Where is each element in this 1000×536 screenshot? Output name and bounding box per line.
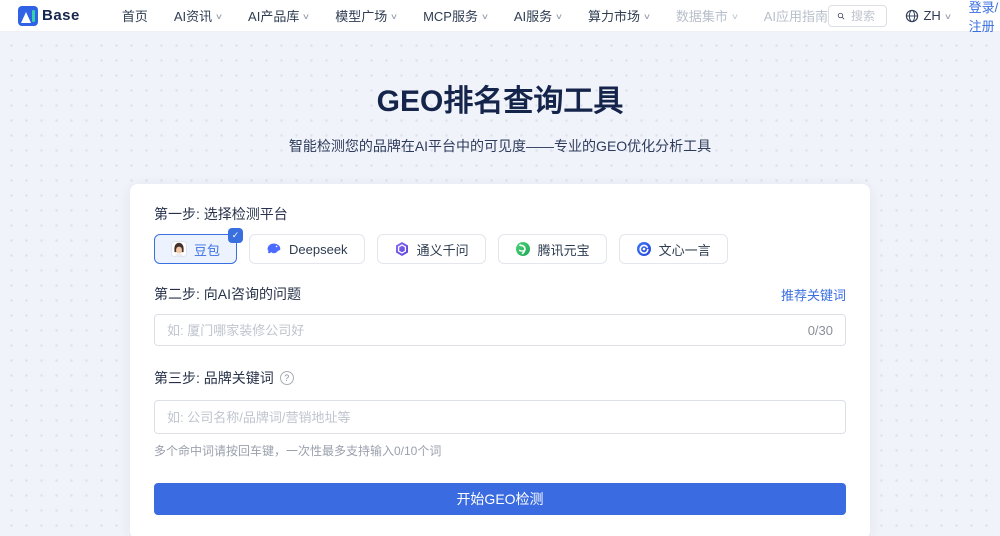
deepseek-icon (266, 241, 282, 257)
qwen-icon (394, 241, 410, 257)
aibase-logo-icon (18, 6, 38, 26)
brand-input-wrap (154, 400, 846, 434)
chevron-down-icon: ∨ (390, 12, 398, 21)
recommended-keywords-link[interactable]: 推荐关键词 (781, 285, 846, 304)
chevron-down-icon: ∨ (944, 12, 952, 21)
nav-item-compute-market[interactable]: 算力市场∨ (588, 6, 650, 25)
wenxin-icon (636, 241, 652, 257)
platform-selector: 豆包 ✓ Deepseek 通义千问 (154, 234, 846, 264)
nav-item-model-plaza[interactable]: 模型广场∨ (335, 6, 397, 25)
step3-label: 第三步: 品牌关键词 ? (154, 368, 846, 388)
search-input[interactable] (851, 9, 878, 23)
platform-doubao[interactable]: 豆包 ✓ (154, 234, 237, 264)
help-icon[interactable]: ? (280, 371, 294, 385)
hero-section: GEO排名查询工具 智能检测您的品牌在AI平台中的可见度——专业的GEO优化分析… (0, 32, 1000, 536)
question-input[interactable] (167, 323, 800, 338)
question-input-wrap: 0/30 (154, 314, 846, 346)
top-navbar: Base 首页 AI资讯∨ AI产品库∨ 模型广场∨ MCP服务∨ AI服务∨ … (0, 0, 1000, 32)
chevron-down-icon: ∨ (481, 12, 489, 21)
nav-menu: 首页 AI资讯∨ AI产品库∨ 模型广场∨ MCP服务∨ AI服务∨ 算力市场∨… (122, 6, 828, 25)
language-switcher[interactable]: ZH ∨ (905, 8, 950, 23)
globe-icon (905, 9, 919, 23)
doubao-icon (171, 241, 187, 257)
platform-deepseek[interactable]: Deepseek (249, 234, 365, 264)
platform-wenxin-yiyan[interactable]: 文心一言 (619, 234, 728, 264)
chevron-down-icon: ∨ (555, 12, 563, 21)
page-subtitle: 智能检测您的品牌在AI平台中的可见度——专业的GEO优化分析工具 (0, 136, 1000, 156)
chevron-down-icon: ∨ (215, 12, 223, 21)
chevron-down-icon: ∨ (643, 12, 651, 21)
nav-item-ai-service[interactable]: AI服务∨ (514, 6, 562, 25)
step1-label: 第一步: 选择检测平台 (154, 204, 846, 224)
login-register-link[interactable]: 登录/注册 (969, 0, 1000, 35)
nav-right-group: ZH ∨ 登录/注册 (828, 0, 1000, 35)
aibase-logo[interactable]: Base (18, 6, 80, 26)
nav-item-ai-products[interactable]: AI产品库∨ (248, 6, 309, 25)
platform-label: 文心一言 (659, 240, 711, 259)
yuanbao-icon (515, 241, 531, 257)
nav-item-ai-news[interactable]: AI资讯∨ (174, 6, 222, 25)
platform-tencent-yuanbao[interactable]: 腾讯元宝 (498, 234, 607, 264)
selected-check-icon: ✓ (228, 228, 243, 243)
brand-keywords-input[interactable] (167, 410, 833, 425)
geo-check-card: 第一步: 选择检测平台 豆包 ✓ (130, 184, 870, 536)
step2-label: 第二步: 向AI咨询的问题 (154, 284, 301, 304)
platform-label: Deepseek (289, 242, 348, 257)
chevron-down-icon: ∨ (731, 12, 739, 21)
platform-label: 腾讯元宝 (538, 240, 590, 259)
nav-item-home[interactable]: 首页 (122, 6, 148, 25)
brand-input-hint: 多个命中词请按回车键，一次性最多支持输入0/10个词 (154, 442, 846, 459)
platform-tongyi-qianwen[interactable]: 通义千问 (377, 234, 486, 264)
start-geo-check-button[interactable]: 开始GEO检测 (154, 483, 846, 515)
search-box[interactable] (828, 5, 887, 27)
logo-text: Base (42, 7, 80, 24)
nav-item-mcp-service[interactable]: MCP服务∨ (423, 6, 488, 25)
question-char-counter: 0/30 (808, 323, 833, 338)
page-title: GEO排名查询工具 (0, 32, 1000, 120)
platform-label: 豆包 (194, 240, 220, 259)
chevron-down-icon: ∨ (302, 12, 310, 21)
platform-label: 通义千问 (417, 240, 469, 259)
nav-item-ai-guide[interactable]: AI应用指南 (764, 6, 828, 25)
nav-item-data-market[interactable]: 数据集市∨ (676, 6, 738, 25)
search-icon (837, 10, 845, 22)
language-label: ZH (923, 8, 940, 23)
